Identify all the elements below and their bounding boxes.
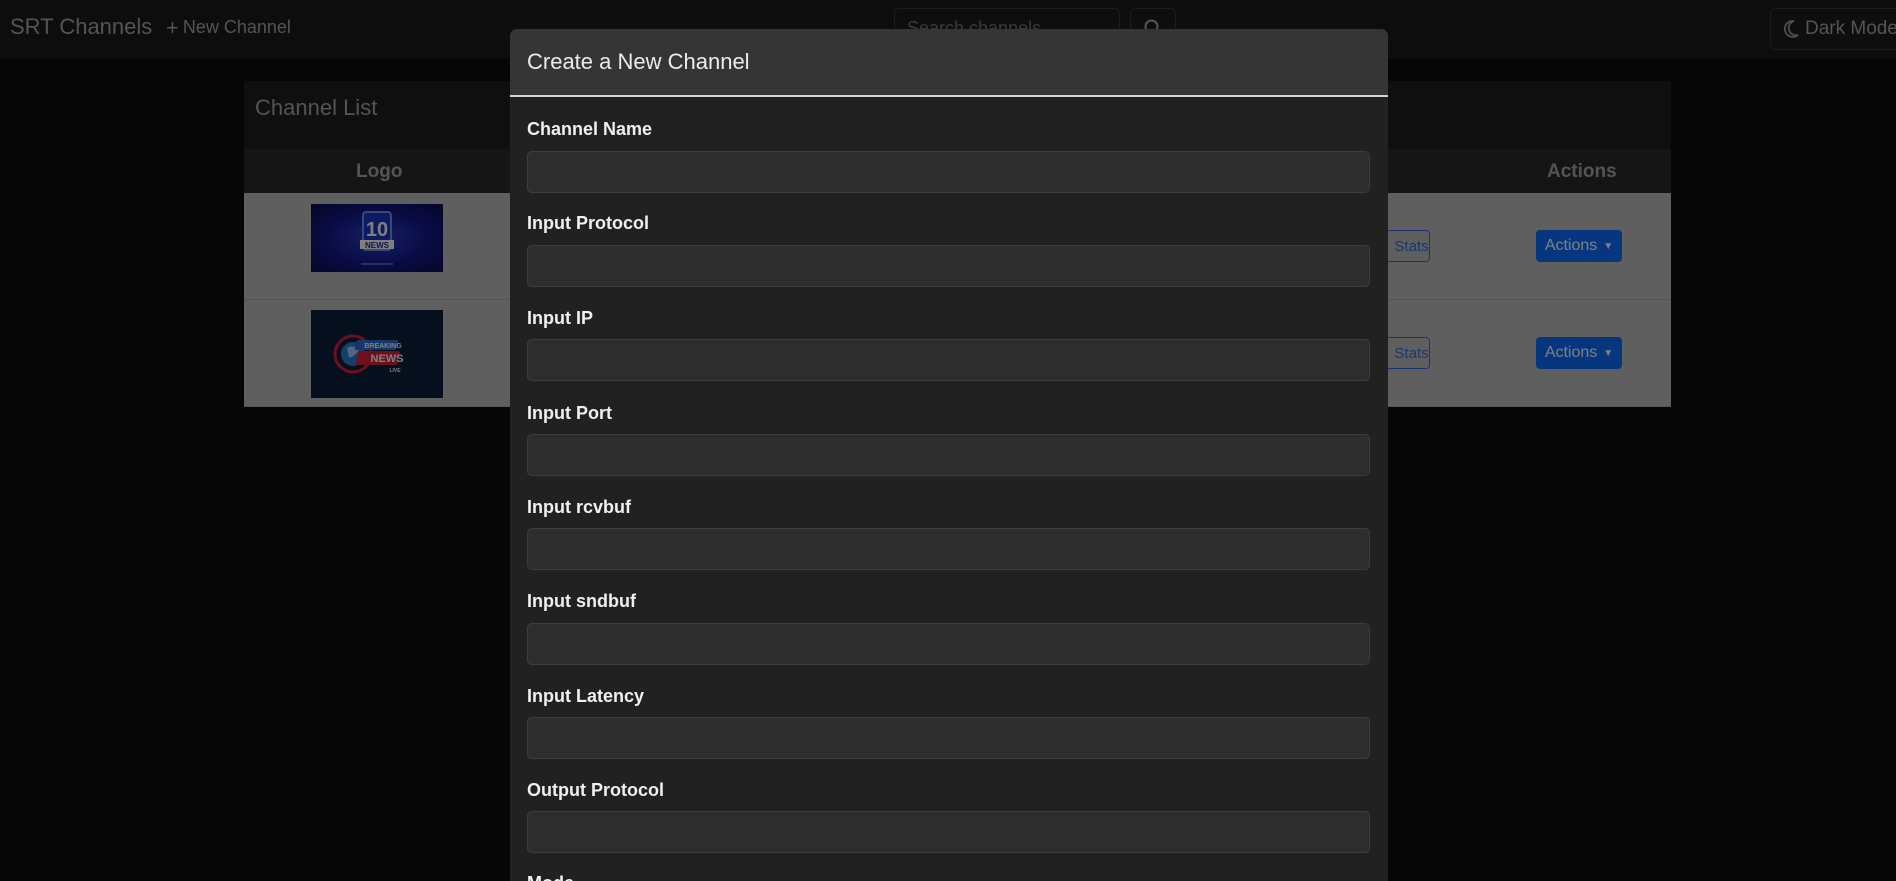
input-sndbuf-input[interactable] [527,623,1370,665]
label-output-protocol: Output Protocol [527,780,664,800]
label-input-sndbuf: Input sndbuf [527,591,636,611]
label-channel-name: Channel Name [527,119,653,139]
label-mode-partial: Mode [527,873,574,881]
create-channel-modal: Create a New Channel Channel Name Input … [510,29,1388,881]
modal-header: Create a New Channel [510,29,1388,97]
input-latency-input[interactable] [527,717,1370,759]
input-protocol-input[interactable] [527,245,1370,287]
channel-name-input[interactable] [527,151,1370,193]
label-input-port: Input Port [527,403,612,423]
input-rcvbuf-input[interactable] [527,528,1370,570]
input-ip-input[interactable] [527,339,1370,381]
label-input-rcvbuf: Input rcvbuf [527,497,631,517]
label-input-latency: Input Latency [527,686,645,706]
output-protocol-input[interactable] [527,811,1370,853]
label-input-protocol: Input Protocol [527,213,649,233]
modal-title: Create a New Channel [527,49,750,74]
input-port-input[interactable] [527,434,1370,476]
label-input-ip: Input IP [527,308,593,328]
